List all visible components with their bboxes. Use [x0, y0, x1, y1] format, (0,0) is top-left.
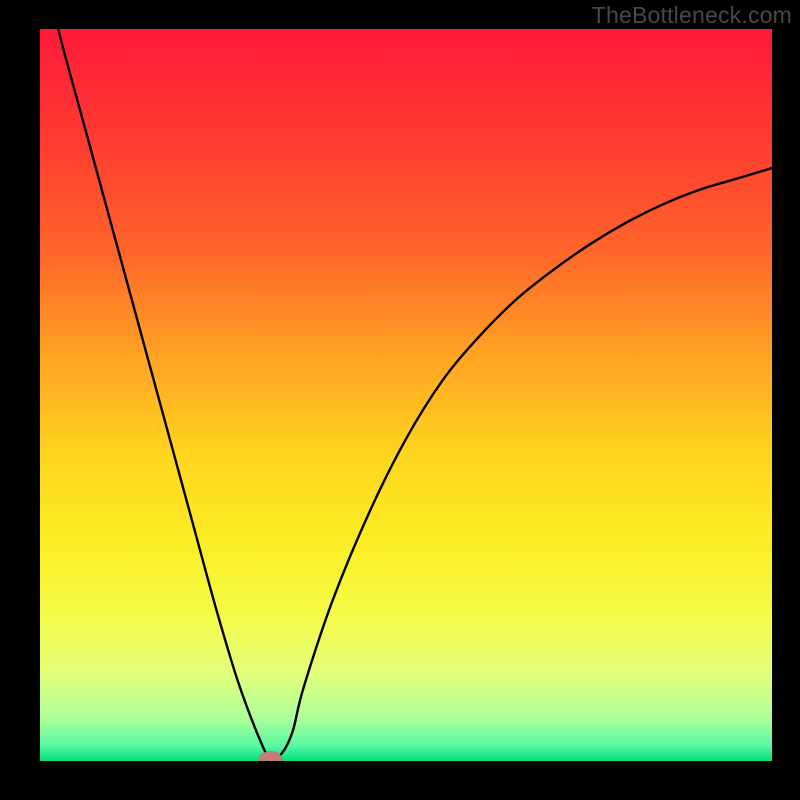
watermark-label: TheBottleneck.com: [592, 2, 792, 29]
plot-svg: [40, 29, 772, 761]
gradient-background: [40, 29, 772, 761]
chart-frame: TheBottleneck.com: [0, 0, 800, 800]
plot-area: [40, 29, 772, 761]
